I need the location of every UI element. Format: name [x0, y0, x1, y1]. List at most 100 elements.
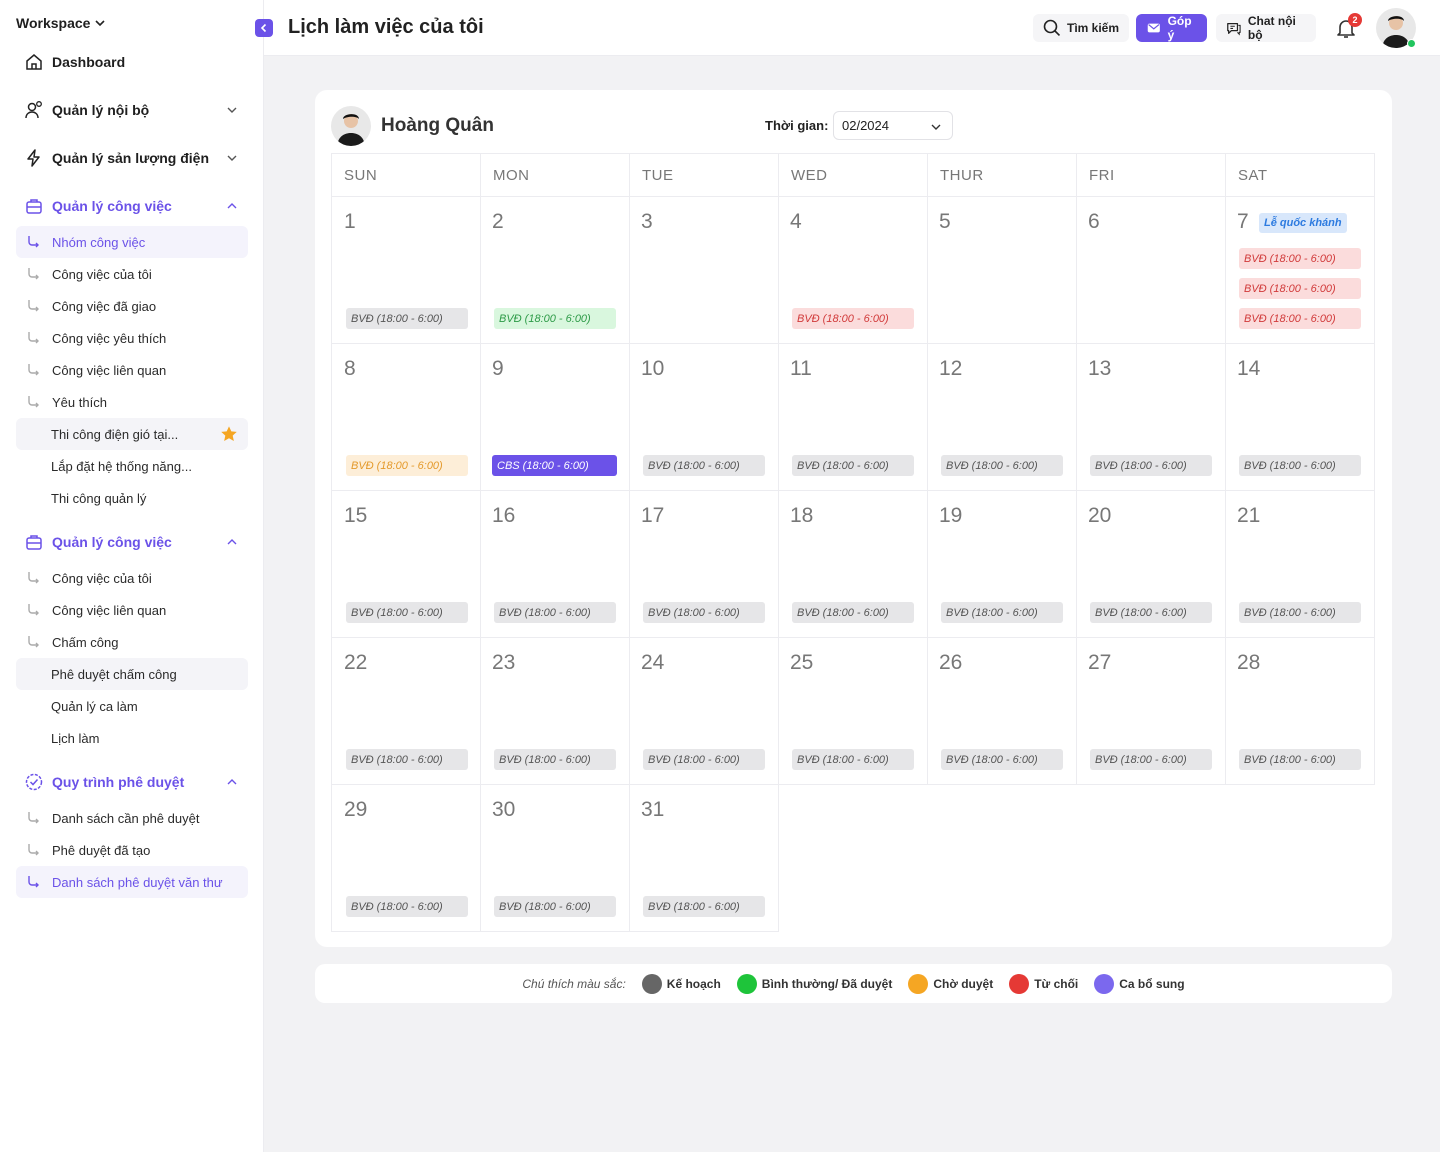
sidebar-item-label: Công việc đã giao	[52, 298, 157, 314]
shift-chip[interactable]: BVĐ (18:00 - 6:00)	[1239, 455, 1361, 476]
month-select[interactable]: 02/2024	[833, 111, 953, 140]
day-cell[interactable]: 10 BVĐ (18:00 - 6:00)	[629, 344, 779, 491]
day-cell[interactable]: 16 BVĐ (18:00 - 6:00)	[480, 491, 630, 638]
day-cell[interactable]: 5	[927, 197, 1077, 344]
nav-internal[interactable]: Quản lý nội bộ	[16, 94, 248, 126]
shift-chip[interactable]: BVĐ (18:00 - 6:00)	[941, 749, 1063, 770]
day-cell[interactable]: 22 BVĐ (18:00 - 6:00)	[331, 638, 481, 785]
shift-chip[interactable]: BVĐ (18:00 - 6:00)	[792, 602, 914, 623]
shift-chip[interactable]: BVĐ (18:00 - 6:00)	[643, 455, 765, 476]
day-cell[interactable]: 6	[1076, 197, 1226, 344]
day-cell[interactable]: 11 BVĐ (18:00 - 6:00)	[778, 344, 928, 491]
shift-chip[interactable]: BVĐ (18:00 - 6:00)	[1090, 455, 1212, 476]
sidebar-favorite-item[interactable]: Lắp đặt hệ thống năng...	[16, 450, 248, 482]
day-cell[interactable]: 4 BVĐ (18:00 - 6:00)	[778, 197, 928, 344]
sidebar-item-schedule[interactable]: Lịch làm	[16, 722, 248, 754]
sidebar-item-label: Công việc liên quan	[52, 602, 167, 618]
shift-chip[interactable]: BVĐ (18:00 - 6:00)	[643, 602, 765, 623]
sidebar-item-assigned-work[interactable]: Công việc đã giao	[16, 290, 248, 322]
star-icon[interactable]	[220, 425, 238, 443]
shift-chip[interactable]: BVĐ (18:00 - 6:00)	[494, 896, 616, 917]
shift-chip[interactable]: BVĐ (18:00 - 6:00)	[941, 455, 1063, 476]
shift-chip[interactable]: BVĐ (18:00 - 6:00)	[792, 749, 914, 770]
day-cell[interactable]: 3	[629, 197, 779, 344]
day-number: 8	[344, 357, 356, 380]
shift-chip[interactable]: BVĐ (18:00 - 6:00)	[792, 308, 914, 329]
sidebar: Workspace Dashboard Quản lý nội bộ Quản …	[0, 0, 264, 1152]
day-cell[interactable]: 26 BVĐ (18:00 - 6:00)	[927, 638, 1077, 785]
shift-chip[interactable]: BVĐ (18:00 - 6:00)	[494, 602, 616, 623]
shift-chip[interactable]: CBS (18:00 - 6:00)	[492, 455, 617, 476]
day-cell[interactable]: 28 BVĐ (18:00 - 6:00)	[1225, 638, 1375, 785]
shift-chip[interactable]: BVĐ (18:00 - 6:00)	[494, 749, 616, 770]
shift-chip[interactable]: BVĐ (18:00 - 6:00)	[346, 455, 468, 476]
legend-dot	[1094, 973, 1115, 994]
day-number: 12	[939, 357, 963, 380]
sidebar-item-favorites[interactable]: Yêu thích	[16, 386, 248, 418]
sidebar-item-my-work[interactable]: Công việc của tôi	[16, 258, 248, 290]
day-cell[interactable]: 1 BVĐ (18:00 - 6:00)	[331, 197, 481, 344]
sidebar-item-work-groups[interactable]: Nhóm công việc	[16, 226, 248, 258]
sidebar-item-pending-approval[interactable]: Danh sách cần phê duyệt	[16, 802, 248, 834]
legend-item: Ca bổ sung	[1094, 973, 1185, 994]
nav-work-management-2[interactable]: Quản lý công việc	[16, 526, 248, 558]
collapse-sidebar-button[interactable]	[255, 19, 273, 37]
nav-dashboard[interactable]: Dashboard	[16, 46, 248, 78]
shift-chip[interactable]: BVĐ (18:00 - 6:00)	[792, 455, 914, 476]
search-button[interactable]: Tìm kiếm	[1033, 14, 1129, 42]
chat-icon	[1227, 22, 1241, 36]
shift-chip[interactable]: BVĐ (18:00 - 6:00)	[1239, 308, 1361, 329]
day-cell[interactable]: 20 BVĐ (18:00 - 6:00)	[1076, 491, 1226, 638]
nav-approval-process[interactable]: Quy trình phê duyệt	[16, 766, 248, 798]
shift-chip[interactable]: BVĐ (18:00 - 6:00)	[1239, 278, 1361, 299]
day-cell[interactable]: 8 BVĐ (18:00 - 6:00)	[331, 344, 481, 491]
day-cell[interactable]: 24 BVĐ (18:00 - 6:00)	[629, 638, 779, 785]
sidebar-item-related-work-2[interactable]: Công việc liên quan	[16, 594, 248, 626]
sidebar-item-created-approval[interactable]: Phê duyệt đã tạo	[16, 834, 248, 866]
sidebar-favorite-item[interactable]: Thi công quản lý	[16, 482, 248, 514]
shift-chip[interactable]: BVĐ (18:00 - 6:00)	[1090, 749, 1212, 770]
shift-chip[interactable]: BVĐ (18:00 - 6:00)	[1239, 749, 1361, 770]
sidebar-favorite-item[interactable]: Thi công điện gió tại...	[16, 418, 248, 450]
shift-chip[interactable]: BVĐ (18:00 - 6:00)	[346, 308, 468, 329]
shift-chip[interactable]: BVĐ (18:00 - 6:00)	[346, 602, 468, 623]
shift-chip[interactable]: BVĐ (18:00 - 6:00)	[1090, 602, 1212, 623]
shift-chip[interactable]: BVĐ (18:00 - 6:00)	[941, 602, 1063, 623]
day-cell[interactable]: 18 BVĐ (18:00 - 6:00)	[778, 491, 928, 638]
sidebar-item-favorite-work[interactable]: Công việc yêu thích	[16, 322, 248, 354]
day-cell[interactable]: 27 BVĐ (18:00 - 6:00)	[1076, 638, 1226, 785]
shift-chip[interactable]: BVĐ (18:00 - 6:00)	[346, 749, 468, 770]
day-cell[interactable]: 12 BVĐ (18:00 - 6:00)	[927, 344, 1077, 491]
shift-chip[interactable]: BVĐ (18:00 - 6:00)	[346, 896, 468, 917]
sidebar-item-my-work-2[interactable]: Công việc của tôi	[16, 562, 248, 594]
day-cell[interactable]: 30 BVĐ (18:00 - 6:00)	[480, 785, 630, 932]
day-cell[interactable]: 14 BVĐ (18:00 - 6:00)	[1225, 344, 1375, 491]
day-cell[interactable]: 25 BVĐ (18:00 - 6:00)	[778, 638, 928, 785]
sidebar-item-shift-management[interactable]: Quản lý ca làm	[16, 690, 248, 722]
shift-chip[interactable]: BVĐ (18:00 - 6:00)	[1239, 248, 1361, 269]
shift-chip[interactable]: BVĐ (18:00 - 6:00)	[1239, 602, 1361, 623]
sidebar-item-timekeeping[interactable]: Chấm công	[16, 626, 248, 658]
day-cell[interactable]: 31 BVĐ (18:00 - 6:00)	[629, 785, 779, 932]
sidebar-item-document-approval[interactable]: Danh sách phê duyệt văn thư	[16, 866, 248, 898]
shift-chip[interactable]: BVĐ (18:00 - 6:00)	[643, 749, 765, 770]
sidebar-item-related-work[interactable]: Công việc liên quan	[16, 354, 248, 386]
day-cell[interactable]: 9 CBS (18:00 - 6:00)	[480, 344, 630, 491]
day-cell[interactable]: 7 Lễ quốc khánh BVĐ (18:00 - 6:00) BVĐ (18:…	[1225, 197, 1375, 344]
feedback-button[interactable]: Góp ý	[1136, 14, 1207, 42]
day-cell[interactable]: 13 BVĐ (18:00 - 6:00)	[1076, 344, 1226, 491]
day-cell[interactable]: 15 BVĐ (18:00 - 6:00)	[331, 491, 481, 638]
workspace-switcher[interactable]: Workspace	[16, 14, 106, 32]
day-cell[interactable]: 19 BVĐ (18:00 - 6:00)	[927, 491, 1077, 638]
nav-power[interactable]: Quản lý sản lượng điện	[16, 142, 248, 174]
day-cell[interactable]: 23 BVĐ (18:00 - 6:00)	[480, 638, 630, 785]
day-cell[interactable]: 21 BVĐ (18:00 - 6:00)	[1225, 491, 1375, 638]
day-cell[interactable]: 17 BVĐ (18:00 - 6:00)	[629, 491, 779, 638]
day-cell[interactable]: 29 BVĐ (18:00 - 6:00)	[331, 785, 481, 932]
day-cell[interactable]: 2 BVĐ (18:00 - 6:00)	[480, 197, 630, 344]
shift-chip[interactable]: BVĐ (18:00 - 6:00)	[643, 896, 765, 917]
shift-chip[interactable]: BVĐ (18:00 - 6:00)	[494, 308, 616, 329]
sidebar-item-approve-timekeeping[interactable]: Phê duyệt chấm công	[16, 658, 248, 690]
internal-chat-button[interactable]: Chat nội bộ	[1216, 14, 1316, 42]
nav-work-management[interactable]: Quản lý công việc	[16, 190, 248, 222]
